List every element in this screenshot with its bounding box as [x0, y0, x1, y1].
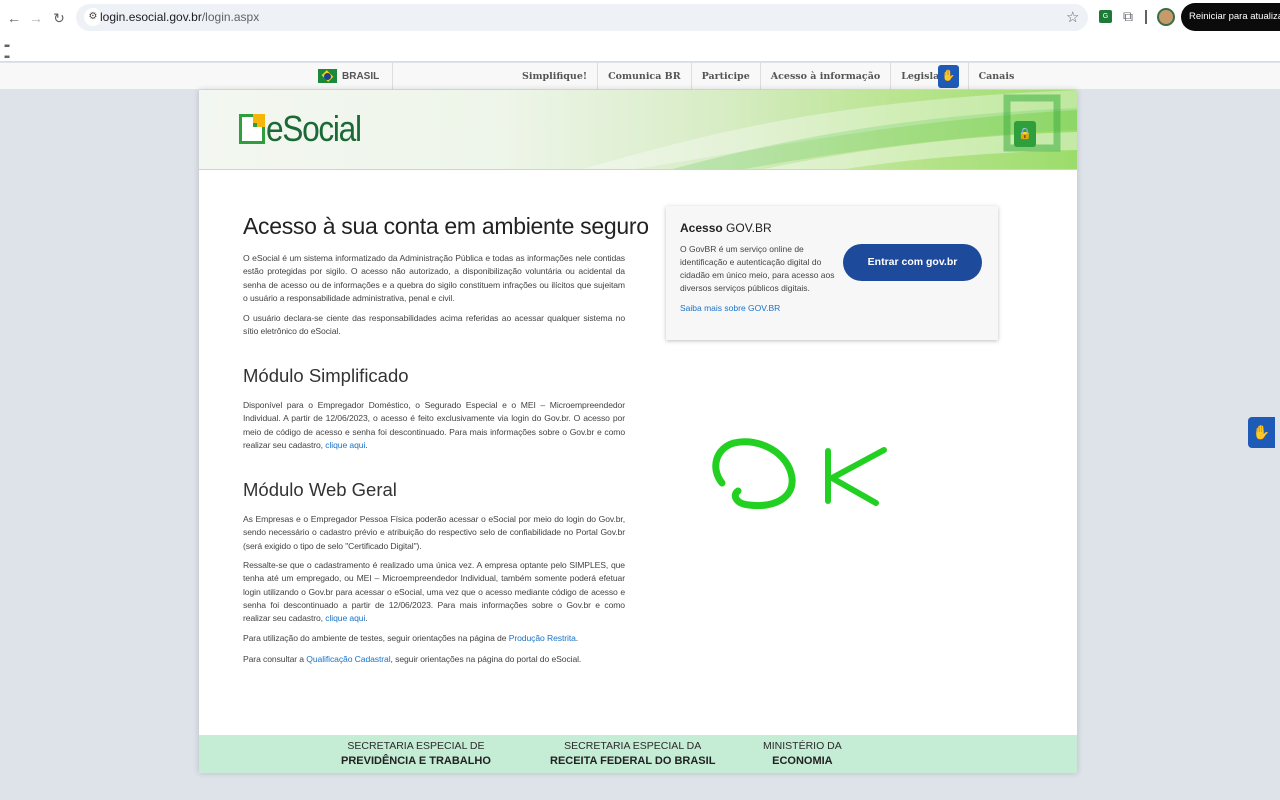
simplificado-title: Módulo Simplificado	[243, 365, 409, 386]
qualificacao-cadastral-link[interactable]: Qualificação Cadastral	[306, 654, 390, 664]
intro-paragraph-1: O eSocial é um sistema informatizado da …	[243, 253, 625, 303]
toolbar-divider	[1145, 10, 1147, 24]
webgeral-paragraph-1: As Empresas e o Empregador Pessoa Física…	[243, 514, 625, 551]
handwritten-ok-annotation	[712, 438, 887, 510]
update-button[interactable]: Reiniciar para atualizar ⋮	[1181, 3, 1280, 31]
page-header: eSocial 🔒	[199, 90, 1077, 170]
bookmark-star-icon[interactable]: ☆	[1066, 8, 1079, 26]
webgeral-paragraph-2: Ressalte-se que o cadastramento é realiz…	[243, 560, 625, 624]
govlink-simplifique[interactable]: Simplifique!	[512, 63, 599, 90]
browser-toolbar: ← → ↻ ⚙ login.esocial.gov.br/login.aspx …	[0, 0, 1280, 63]
govbr-access-box: Acesso GOV.BR O GovBR é um serviço onlin…	[666, 206, 998, 340]
forward-icon[interactable]: →	[26, 8, 46, 28]
brazil-flag-icon	[318, 69, 337, 83]
brasil-label: BRASIL	[342, 71, 380, 82]
reload-icon[interactable]: ↻	[49, 8, 69, 28]
govlink-participe[interactable]: Participe	[692, 63, 761, 90]
producao-restrita-link[interactable]: Produção Restrita	[509, 633, 576, 643]
apps-grid-icon[interactable]: ▪▪ ▪▪	[4, 41, 10, 63]
vlibras-side-hands-icon[interactable]: ✋	[1248, 417, 1275, 448]
footer-economia: MINISTÉRIO DA ECONOMIA	[763, 740, 842, 767]
gov-top-bar: BRASIL Simplifique! Comunica BR Particip…	[0, 63, 1280, 90]
puzzle-icon[interactable]: ⧉	[1123, 8, 1133, 25]
profile-avatar[interactable]	[1157, 8, 1175, 26]
webgeral-paragraph-4: Para consultar a Qualificação Cadastral,…	[243, 654, 582, 664]
govlink-canais[interactable]: Canais	[969, 63, 1025, 90]
url-text[interactable]: login.esocial.gov.br/login.aspx	[100, 10, 259, 24]
extension-icon[interactable]: G	[1099, 10, 1112, 23]
page-container: eSocial 🔒 Acesso à sua conta em ambiente…	[199, 90, 1077, 773]
govbr-box-description: O GovBR é um serviço online de identific…	[680, 244, 835, 293]
saiba-mais-govbr-link[interactable]: Saiba mais sobre GOV.BR	[680, 303, 780, 313]
page-title: Acesso à sua conta em ambiente seguro	[243, 213, 649, 239]
back-icon[interactable]: ←	[4, 8, 24, 28]
address-bar[interactable]: ⚙ login.esocial.gov.br/login.aspx ☆	[76, 4, 1088, 31]
vlibras-hands-icon[interactable]: ✋	[938, 65, 959, 88]
page-footer: SECRETARIA ESPECIAL DE PREVIDÊNCIA E TRAB…	[199, 735, 1077, 773]
govlink-comunica-br[interactable]: Comunica BR	[598, 63, 692, 90]
govlink-acesso-informacao[interactable]: Acesso à informação	[761, 63, 892, 90]
webgeral-title: Módulo Web Geral	[243, 479, 397, 500]
lock-icon: 🔒	[1014, 121, 1036, 147]
entrar-com-govbr-button[interactable]: Entrar com gov.br	[843, 244, 982, 281]
simplificado-text: Disponível para o Empregador Doméstico, …	[243, 400, 625, 450]
intro-paragraph-2: O usuário declara-se ciente das responsa…	[243, 313, 625, 337]
webgeral-clique-aqui-link[interactable]: clique aqui	[325, 613, 365, 623]
webgeral-paragraph-3: Para utilização do ambiente de testes, s…	[243, 633, 579, 643]
footer-previdencia: SECRETARIA ESPECIAL DE PREVIDÊNCIA E TRAB…	[341, 740, 491, 767]
esocial-logo-mark	[239, 114, 265, 144]
brasil-link[interactable]: BRASIL	[318, 63, 393, 90]
footer-receita: SECRETARIA ESPECIAL DA RECEITA FEDERAL DO…	[550, 740, 716, 767]
simplificado-clique-aqui-link[interactable]: clique aqui	[325, 440, 365, 450]
govbr-box-title: Acesso GOV.BR	[680, 221, 772, 235]
esocial-logo-text: eSocial	[266, 108, 362, 149]
